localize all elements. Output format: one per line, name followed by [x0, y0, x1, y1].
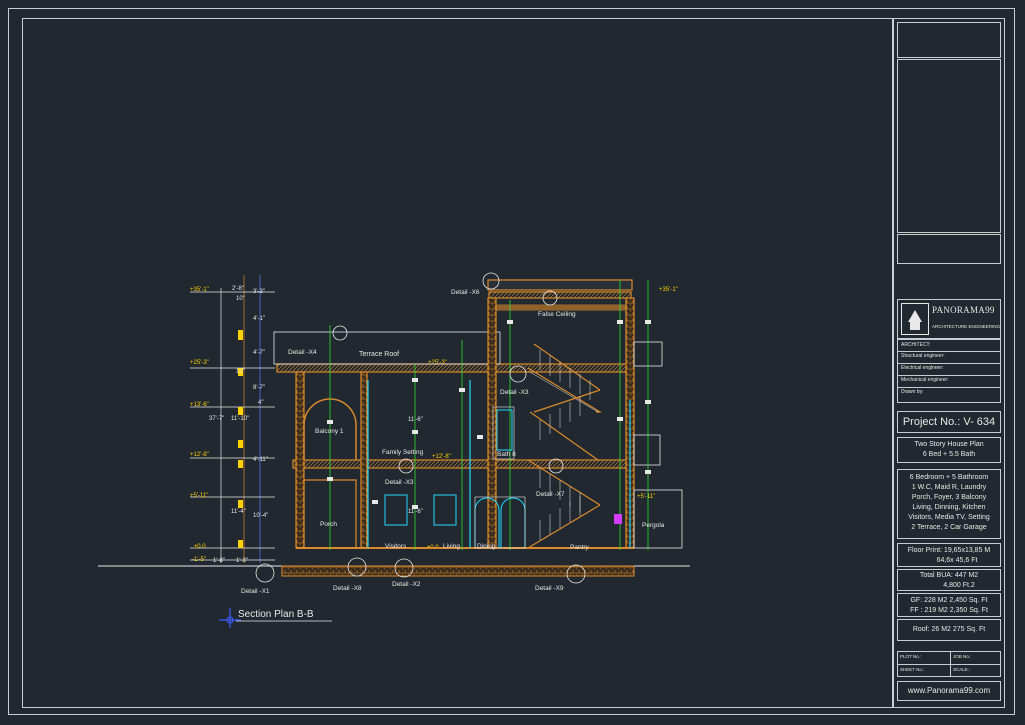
room-label: Balcony 1 [315, 428, 344, 435]
sheet-info-box: PLOT No.: JOB No.: SHEET No.: SCALE.: [897, 651, 1001, 677]
title-block: PANORAMA99 ARCHITECTURE ENGINEERING ARCH… [893, 18, 1005, 708]
detail-tag: Detail -X3 [385, 479, 414, 486]
total-bua: Total BUA: 447 M2 [919, 572, 979, 579]
logo-box: PANORAMA99 ARCHITECTURE ENGINEERING [897, 299, 1001, 339]
role-architect: ARCHITECT: [901, 342, 931, 348]
level-mark: +25'-3" [190, 360, 209, 366]
website[interactable]: www.Panorama99.com [898, 686, 1000, 695]
level-mark: +5'-11" [637, 494, 655, 500]
dimension: 11'-10" [231, 416, 249, 422]
description-line: Living, Dinning, Kitchen [912, 504, 986, 511]
level-mark: +12'-8" [190, 452, 209, 458]
section-drawing: +35'-1" +25'-3" +13'-6" +12'-8" +5'-11" … [98, 272, 690, 628]
detail-tag: Detail -X1 [241, 588, 270, 595]
dimension: 1'-8" [213, 558, 225, 564]
project-number-box: Project No.: V- 634 [897, 411, 1001, 433]
level-mark: +35'-1" [190, 287, 209, 293]
website-box: www.Panorama99.com [897, 681, 1001, 701]
room-label: Bath 8 [497, 451, 516, 458]
first-floor-area: FF : 219 M2 2,350 Sq. Ft [910, 607, 988, 614]
dimension: 2'-8" [232, 286, 244, 292]
description-line: 2 Terrace, 2 Car Garage [911, 524, 987, 531]
dimension: 4" [258, 400, 263, 406]
room-label: Terrace Roof [359, 351, 399, 358]
room-label: Dining [477, 543, 496, 550]
roof-area-box: Roof: 26 M2 275 Sq. Ft [897, 619, 1001, 641]
level-mark: ±0.0 [194, 544, 206, 550]
total-bua-box: Total BUA: 447 M2 4,800 Ft.2 [897, 569, 1001, 591]
dimension: 10" [236, 296, 245, 302]
room-label: Porch [320, 521, 337, 528]
dimension-texts: 2'-8" 3'-3" 4'-1" 10" 4'-7" 10" 8'-7" 4"… [209, 286, 423, 564]
plan-title-box: Two Story House Plan 6 Bed + 5.5 Bath [897, 437, 1001, 463]
description-line: 1 W.C, Maid R, Laundry [911, 484, 987, 491]
dimension: 11'-4" [231, 509, 246, 515]
notes-box [897, 59, 1001, 233]
floor-print-ft: 64,6x 45,6 Ft [936, 557, 978, 564]
dimension: 10'-4" [253, 513, 268, 519]
dimension: 3'-3" [253, 289, 265, 295]
detail-tag: Detail -X6 [451, 289, 480, 296]
description-line: 6 Bedroom + 5 Bathroom [909, 474, 989, 481]
dimension: 4'-7" [253, 350, 265, 356]
detail-tag: Detail -X8 [333, 585, 362, 592]
dimension: 11'-6" [408, 417, 423, 423]
dimension: 8'-7" [253, 385, 265, 391]
room-label: Pantry [570, 544, 590, 551]
detail-tag: Detail -X9 [535, 585, 564, 592]
level-mark: +12'-8" [432, 454, 451, 460]
plan-title: Two Story House Plan [914, 441, 984, 448]
roof-area: Roof: 26 M2 275 Sq. Ft [912, 626, 986, 633]
level-mark: +13'-6" [190, 402, 209, 408]
logo-name: PANORAMA99 [932, 305, 995, 315]
role-mechanical: Mechanical engineer: [901, 377, 949, 383]
stamp-box [897, 234, 1001, 264]
job-no: JOB No.: [953, 654, 972, 659]
plan-subtitle: 6 Bed + 5.5 Bath [922, 451, 976, 458]
dimension: 4'-11" [253, 457, 268, 463]
logo-subtitle: ARCHITECTURE ENGINEERING [932, 324, 1001, 329]
room-label: Living [443, 543, 460, 550]
room-label: Family Setting [382, 449, 424, 456]
description-line: Visitors, Media TV, Setting [908, 514, 990, 521]
floor-print-box: Floor Print: 19,65x13,85 M 64,6x 45,6 Ft [897, 543, 1001, 567]
scale: SCALE.: [953, 667, 971, 672]
level-mark: +35'-1" [659, 287, 678, 293]
level-mark: -1'-5" [192, 557, 206, 563]
revision-box [897, 22, 1001, 58]
ground-floor-area: GF: 228 M2 2,450 Sq. Ft [910, 597, 988, 604]
room-label: Visitors [385, 543, 407, 550]
project-number: Project No.: V- 634 [902, 416, 996, 428]
total-bua-ft: 4,800 Ft.2 [943, 582, 975, 589]
sheet-no: SHEET No.: [900, 667, 925, 672]
detail-tag: Detail -X2 [392, 581, 421, 588]
staircase [527, 343, 603, 549]
room-label: Pergola [642, 522, 665, 529]
plot-no: PLOT No.: [900, 654, 922, 659]
dimension: 4'-1" [253, 316, 265, 322]
foundation [281, 565, 635, 577]
section-title: Section Plan B-B [238, 609, 314, 620]
role-electrical: Electrical engineer: [901, 365, 944, 371]
description-line: Porch, Foyer, 3 Balcony [911, 494, 987, 501]
dimension: 10" [236, 369, 245, 375]
roles-box: ARCHITECT: Structural engineer: Electric… [897, 339, 1001, 403]
dimension: 1'-3" [236, 558, 248, 564]
detail-tag: Detail -X4 [288, 349, 317, 356]
role-drawn-by: Drawn by: [901, 389, 924, 395]
level-mark: +5'-11" [190, 493, 208, 499]
detail-tag: Detail -X3 [500, 389, 529, 396]
dimension: 37'-7" [209, 416, 224, 422]
room-label: False Ceiling [538, 311, 576, 318]
floor-print: Floor Print: 19,65x13,85 M [907, 547, 991, 554]
area-box: GF: 228 M2 2,450 Sq. Ft FF : 219 M2 2,35… [897, 593, 1001, 617]
description-box: 6 Bedroom + 5 Bathroom 1 W.C, Maid R, La… [897, 469, 1001, 539]
logo-icon [901, 303, 929, 335]
dimension: 11'-6" [408, 509, 423, 515]
section-marker: Section Plan B-B [219, 608, 332, 628]
detail-tag: Detail -X7 [536, 491, 565, 498]
role-structural: Structural engineer: [901, 353, 945, 359]
